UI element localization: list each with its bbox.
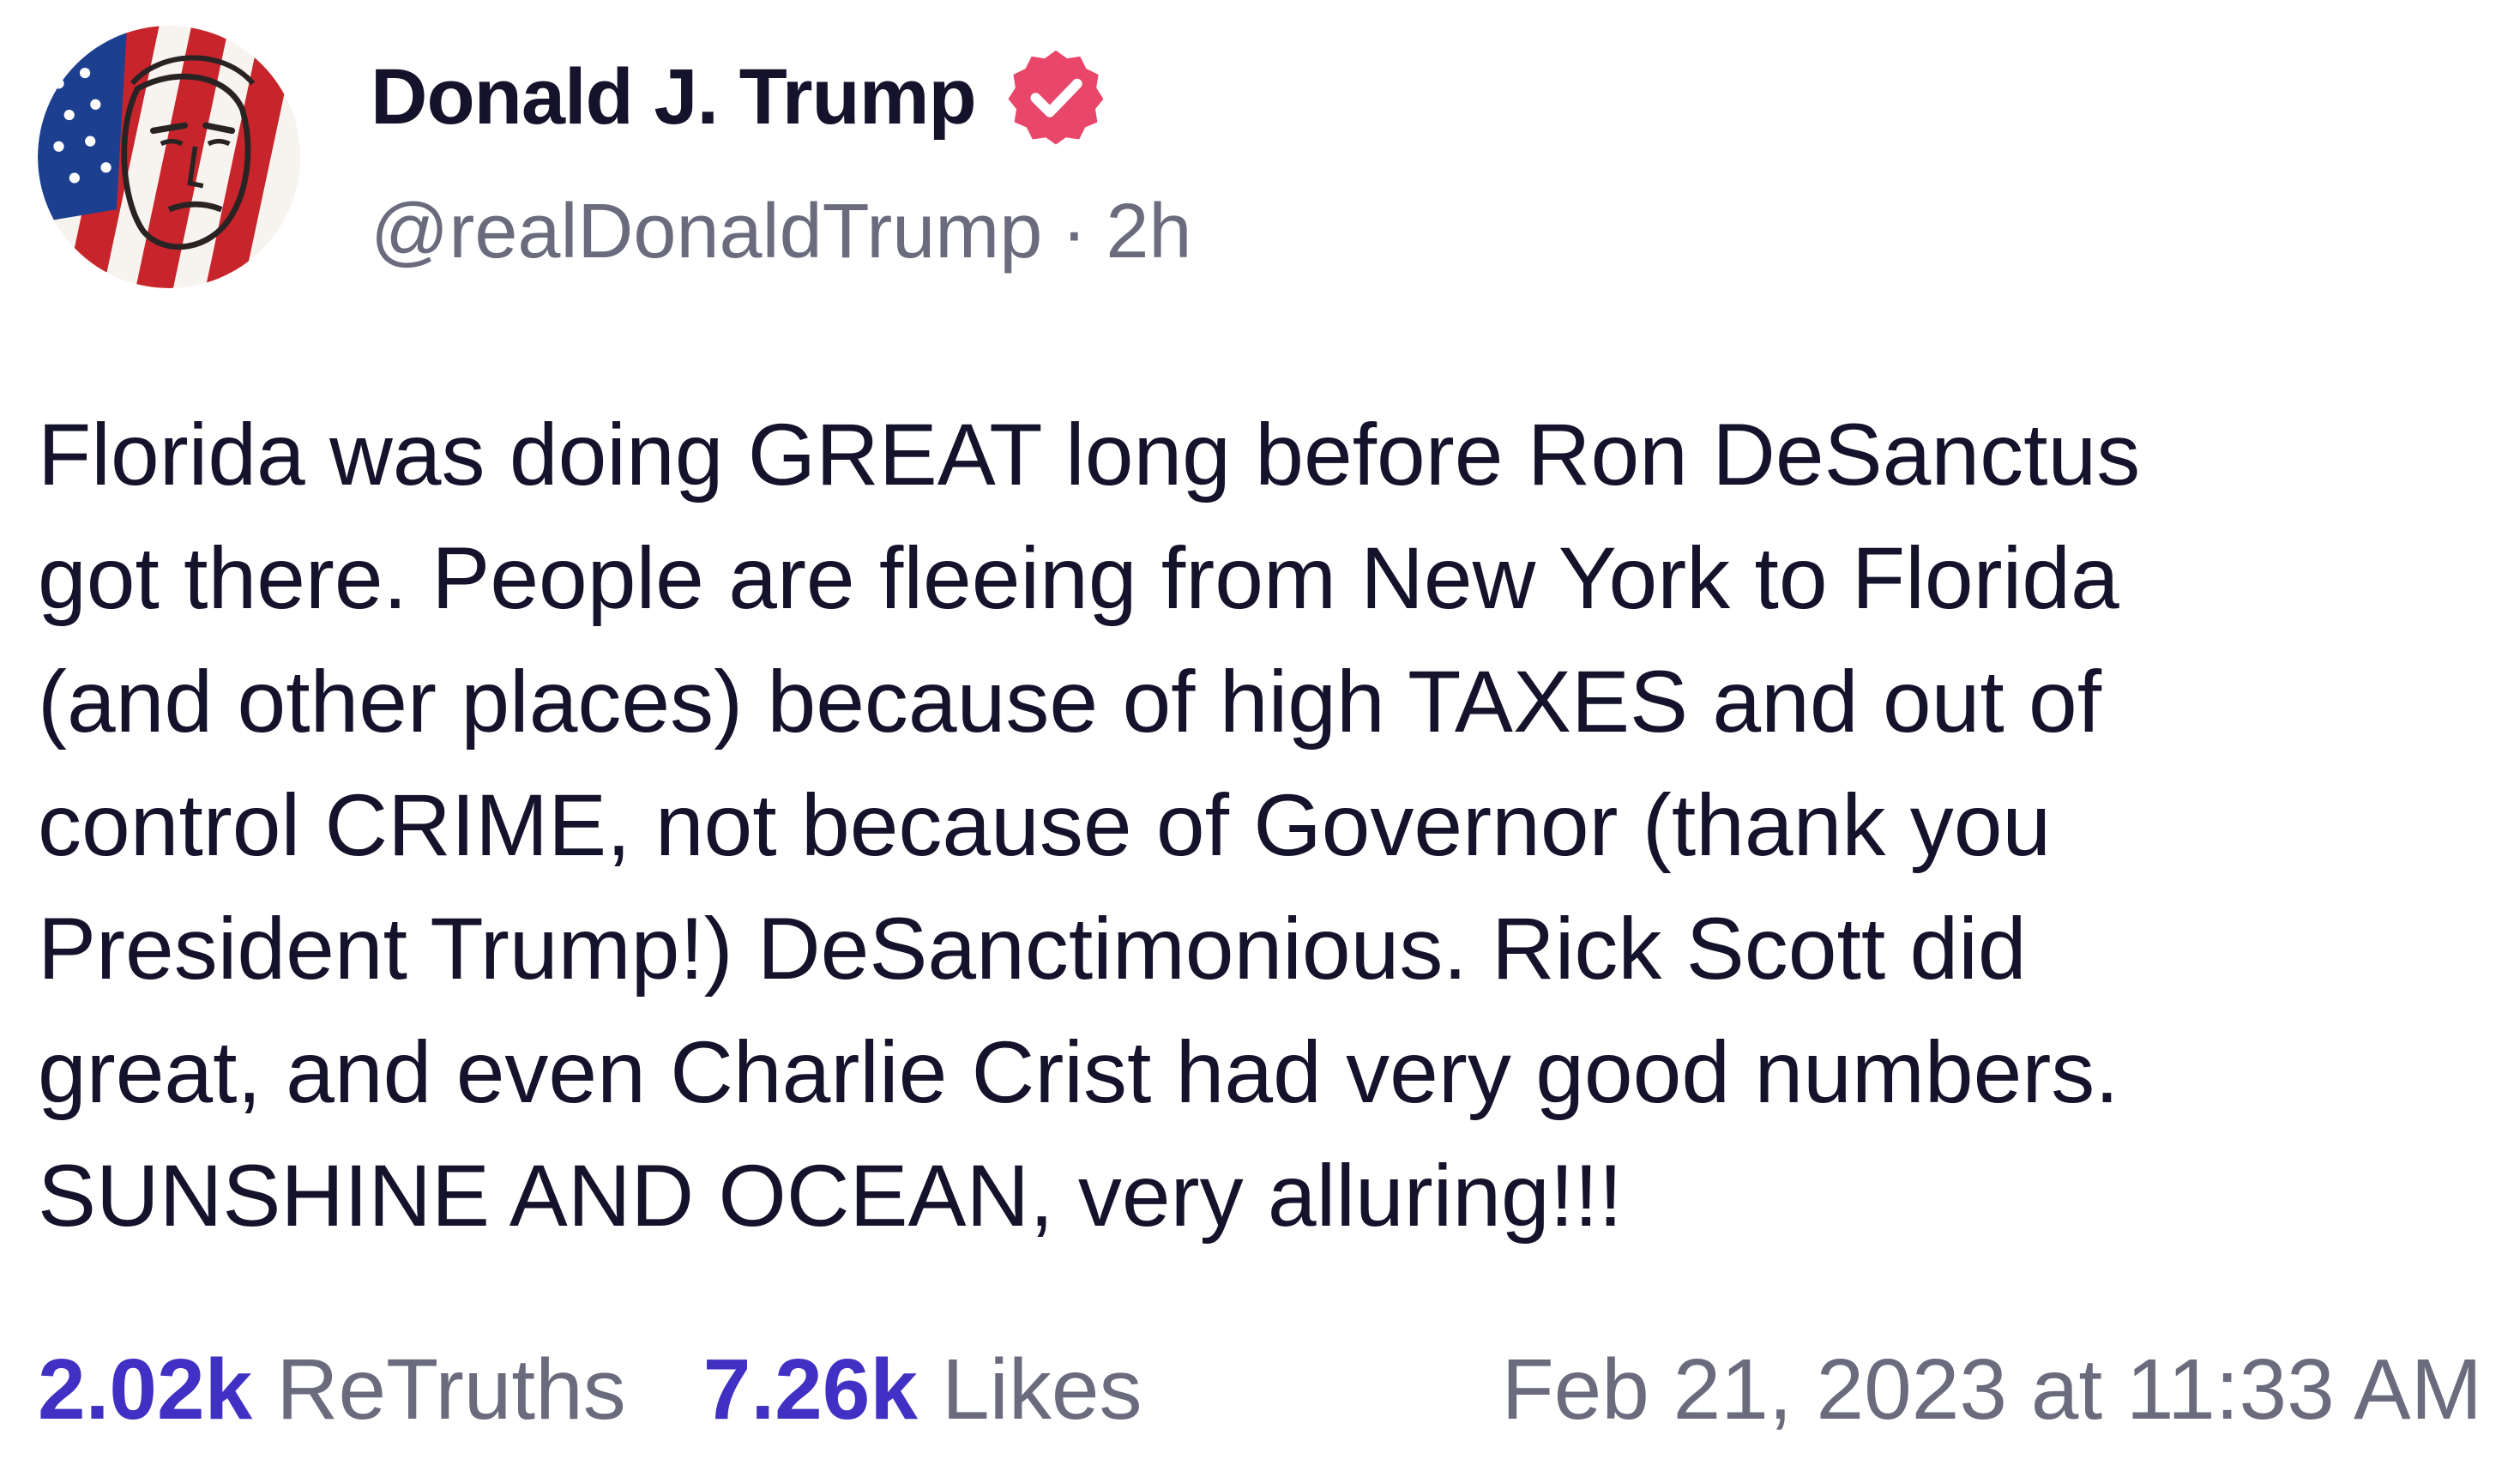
author-handle[interactable]: @realDonaldTrump — [371, 188, 1042, 276]
likes-count: 7.26k — [702, 1341, 919, 1438]
meta-separator: · — [1061, 188, 1088, 274]
avatar[interactable] — [38, 26, 300, 288]
truth-post: Donald J. Trump @realDonaldTrump · 2h Fl… — [0, 0, 2520, 1459]
avatar-image — [38, 26, 300, 288]
post-body-text: Florida was doing GREAT long before Ron … — [38, 406, 2141, 1245]
post-relative-time[interactable]: 2h — [1106, 188, 1191, 276]
author-name-row: Donald J. Trump — [371, 41, 1106, 153]
post-timestamp: Feb 21, 2023 at 11:33 AM — [1501, 1341, 2482, 1438]
likes-stat[interactable]: 7.26k Likes — [703, 1341, 1142, 1439]
retruths-label: ReTruths — [276, 1341, 626, 1438]
verified-badge-icon — [1005, 46, 1106, 148]
post-stats: 2.02k ReTruths 7.26k Likes Feb 21, 2023 … — [38, 1334, 2482, 1445]
author-display-name[interactable]: Donald J. Trump — [371, 52, 977, 142]
retruths-stat[interactable]: 2.02k ReTruths — [38, 1341, 626, 1439]
retruths-count: 2.02k — [38, 1341, 253, 1438]
author-meta-row: @realDonaldTrump · 2h — [371, 180, 1191, 283]
likes-label: Likes — [942, 1341, 1142, 1438]
